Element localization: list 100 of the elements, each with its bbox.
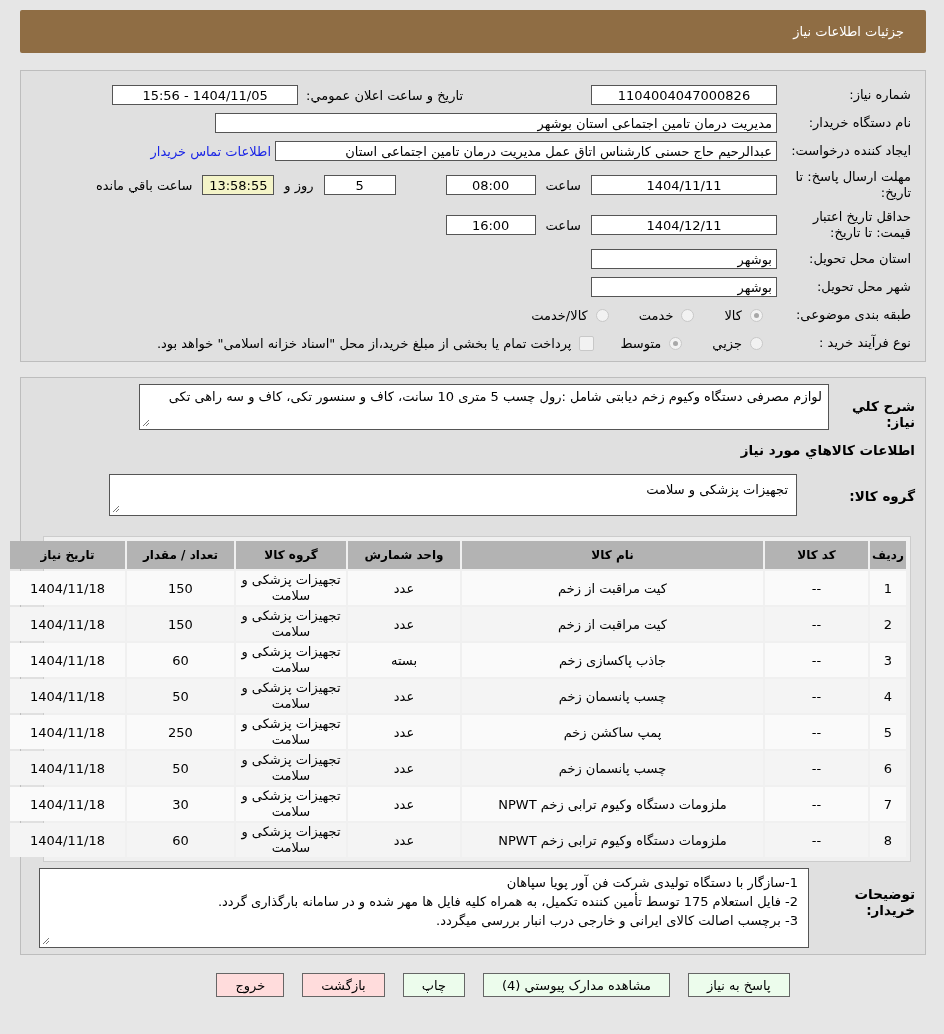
radio-button[interactable] (750, 336, 763, 350)
table-cell: تجهیزات پزشکی و سلامت (236, 679, 346, 713)
field-label: تاریخ و ساعت اعلان عمومي: (306, 87, 463, 103)
field-label: مهلت ارسال پاسخ: تا تاریخ: (794, 169, 912, 201)
checkbox[interactable] (579, 335, 595, 351)
table-cell: عدد (348, 751, 460, 785)
radio-label: متوسط (620, 335, 662, 351)
resize-grip-icon[interactable] (42, 937, 50, 945)
table-cell: چسب پانسمان زخم (462, 751, 763, 785)
field-label: ساعت (545, 177, 581, 193)
field-label: روز و (284, 177, 314, 193)
table-cell: -- (765, 823, 868, 857)
table-cell: 1404/11/18 (10, 571, 125, 605)
deadline-time-field[interactable]: 08:00 (445, 175, 536, 195)
radio-button[interactable] (681, 308, 695, 322)
table-cell: 50 (127, 751, 234, 785)
field-label: حداقل تاریخ اعتبار قیمت: تا تاریخ: (811, 209, 912, 241)
days-field[interactable]: 5 (323, 175, 396, 195)
validity-time-field[interactable]: 16:00 (445, 215, 536, 235)
table-cell: تجهیزات پزشکی و سلامت (236, 607, 346, 641)
notes-textarea[interactable] (39, 868, 809, 948)
note-line: 2- فایل استعلام 175 توسط تأمین کننده تکمیل، به همراه کلیه فایل ها مهر شده و در سامانه بارگذاری گردد. (216, 892, 798, 911)
city-field[interactable]: بوشهر (591, 277, 777, 297)
radio-button[interactable] (595, 308, 609, 322)
need-number-field[interactable]: 1104004047000826 (591, 85, 777, 105)
field-label: طبقه بندی موضوعی: (794, 307, 912, 323)
radio-button[interactable] (669, 336, 683, 350)
radio-label: کالا (724, 307, 742, 323)
deadline-date-field[interactable]: 1404/11/11 (591, 175, 777, 195)
action-button[interactable]: مشاهده مدارک پیوستي (4) (483, 973, 671, 997)
resize-grip-icon[interactable] (142, 419, 150, 427)
table-cell: -- (765, 571, 868, 605)
checkbox-label: پرداخت تمام یا بخشی از مبلغ خرید،از محل "اسناد خزانه اسلامی" خواهد بود. (156, 335, 572, 351)
field-label: ایجاد کننده درخواست: (790, 143, 912, 159)
description-textarea[interactable]: لوازم مصرفی دستگاه وکیوم زخم دیابتی شامل :رول چسب 5 متری 10 سانت، کاف و سنسور تکی، کاف و سه راهی تکی (139, 384, 829, 430)
page-title: جزئیات اطلاعات نیاز (793, 24, 904, 39)
table-cell: عدد (348, 571, 460, 605)
table-cell: کیت مراقبت از زخم (462, 571, 763, 605)
buyer-contact-link[interactable]: اطلاعات تماس خریدار (150, 143, 271, 159)
table-cell: 50 (127, 679, 234, 713)
radio-button[interactable] (750, 308, 763, 322)
announce-date-field[interactable]: 1404/11/05 - 15:56 (112, 85, 299, 105)
table-cell: 3 (870, 643, 906, 677)
table-cell: 7 (870, 787, 906, 821)
countdown-field: 13:58:55 (202, 175, 275, 195)
validity-date-field[interactable]: 1404/12/11 (591, 215, 777, 235)
resize-grip-icon[interactable] (112, 505, 120, 513)
table-cell: -- (765, 679, 868, 713)
table-cell: عدد (348, 823, 460, 857)
table-cell: تجهیزات پزشکی و سلامت (236, 751, 346, 785)
table-cell: 60 (127, 643, 234, 677)
table-cell: -- (765, 751, 868, 785)
table-cell: 150 (127, 571, 234, 605)
table-cell: عدد (348, 607, 460, 641)
table-cell: کیت مراقبت از زخم (462, 607, 763, 641)
table-cell: 1404/11/18 (10, 679, 125, 713)
table-cell: 1404/11/18 (10, 787, 125, 821)
table-cell: چسب پانسمان زخم (462, 679, 763, 713)
action-button[interactable]: خروج (216, 973, 285, 997)
table-cell: -- (765, 607, 868, 641)
table-cell: 30 (127, 787, 234, 821)
note-line: 3- برچسب اصالت کالای ایرانی و خارجی درب انبار بررسی میگردد. (435, 912, 798, 930)
table-cell: 1404/11/18 (10, 715, 125, 749)
column-header: تعداد / مقدار (127, 541, 234, 569)
goods-group-textarea[interactable]: تجهیزات پزشکی و سلامت (109, 474, 797, 516)
table-cell: 1404/11/18 (10, 607, 125, 641)
table-cell: بسته (348, 643, 460, 677)
table-cell: ملزومات دستگاه وکیوم ترابی زخم NPWT (462, 823, 763, 857)
action-button[interactable]: چاپ (402, 973, 465, 997)
buyer-field[interactable]: مدیریت درمان تامین اجتماعی استان بوشهر (215, 113, 777, 133)
province-field[interactable]: بوشهر (591, 249, 777, 269)
column-header: واحد شمارش (348, 541, 460, 569)
field-label: شرح کلي نیاز: (850, 397, 916, 430)
table-cell: عدد (348, 679, 460, 713)
field-label: گروه کالا: (848, 487, 916, 504)
field-label: استان محل تحویل: (808, 251, 912, 267)
column-header: نام کالا (462, 541, 763, 569)
table-cell: 150 (127, 607, 234, 641)
table-cell: 5 (870, 715, 906, 749)
table-cell: ملزومات دستگاه وکیوم ترابی زخم NPWT (462, 787, 763, 821)
table-cell: 4 (870, 679, 906, 713)
field-label: شهر محل تحویل: (815, 279, 912, 295)
action-button[interactable]: بازگشت (302, 973, 385, 997)
table-cell: عدد (348, 715, 460, 749)
field-label: شماره نیاز: (848, 87, 912, 103)
column-header: کد کالا (765, 541, 868, 569)
creator-field[interactable]: عبدالرحیم حاج حسنی کارشناس اتاق عمل مدیریت درمان تامین اجتماعی استان (275, 141, 777, 161)
table-cell: 2 (870, 607, 906, 641)
table-cell: تجهیزات پزشکی و سلامت (236, 787, 346, 821)
field-label: نوع فرآیند خرید : (818, 335, 912, 351)
action-button[interactable]: پاسخ به نیاز (688, 973, 790, 997)
column-header: ردیف (870, 541, 906, 569)
table-cell: -- (765, 787, 868, 821)
description-text: لوازم مصرفی دستگاه وکیوم زخم دیابتی شامل :رول چسب 5 متری 10 سانت، کاف و سنسور تکی، کاف و سه راهی تکی (168, 389, 822, 404)
table-cell: تجهیزات پزشکی و سلامت (236, 715, 346, 749)
table-cell: تجهیزات پزشکی و سلامت (236, 823, 346, 857)
field-label: ساعت باقي مانده (95, 177, 193, 193)
table-cell: تجهیزات پزشکی و سلامت (236, 571, 346, 605)
goods-group-text: تجهیزات پزشکی و سلامت (646, 482, 788, 497)
table-cell: عدد (348, 787, 460, 821)
